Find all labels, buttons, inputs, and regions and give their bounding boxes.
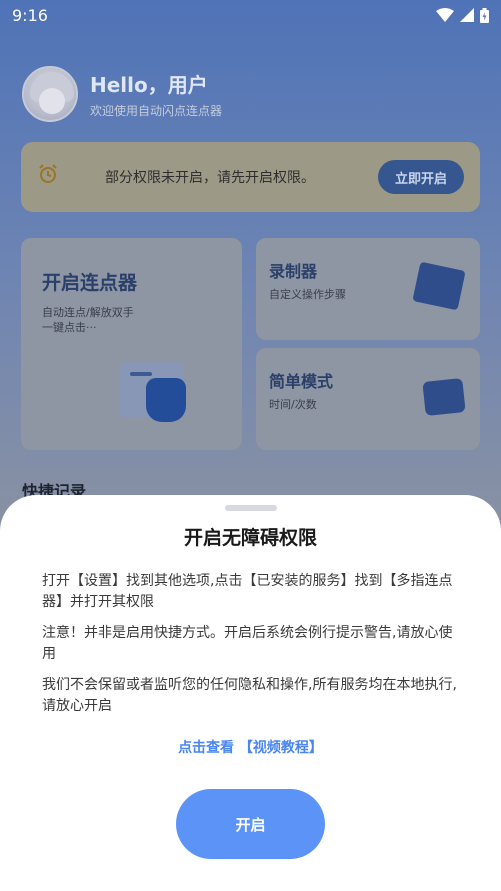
clicker-card[interactable]: 开启连点器 自动连点/解放双手 一键点击··· — [21, 238, 242, 450]
info-icon — [422, 378, 466, 416]
dialog-privacy-text: 我们不会保留或者监听您的任何隐私和操作,所有服务均在本地执行,请放心开启 — [42, 677, 457, 714]
simple-mode-card-desc: 时间/次数 — [269, 398, 317, 411]
enable-now-button[interactable]: 立即开启 — [378, 160, 464, 194]
recorder-card-title: 录制器 — [269, 262, 318, 281]
pointing-hand-icon — [146, 378, 186, 422]
permission-banner: 部分权限未开启，请先开启权限。 立即开启 — [21, 142, 480, 212]
greeting-subtitle: 欢迎使用自动闪点连点器 — [90, 104, 223, 118]
status-icons — [436, 7, 489, 23]
clicker-card-desc-1: 自动连点/解放双手 — [42, 306, 134, 319]
simple-mode-card-title: 简单模式 — [269, 372, 334, 391]
wifi-icon — [436, 8, 454, 22]
dialog-warning-text: 注意！并非是启用快捷方式。开启后系统会例行提示警告,请放心使用 — [42, 625, 453, 662]
recorder-card-desc: 自定义操作步骤 — [269, 288, 346, 301]
dialog-instruction-text: 打开【设置】找到其他选项,点击【已安装的服务】找到【多指连点器】并打开其权限 — [42, 573, 453, 610]
dialog-title: 开启无障碍权限 — [183, 527, 317, 549]
status-bar: 9:16 — [0, 0, 501, 30]
signal-icon — [460, 8, 474, 22]
battery-icon — [480, 7, 489, 23]
greeting-title: Hello，用户 — [90, 73, 208, 97]
status-time: 9:16 — [12, 5, 48, 25]
accessibility-permission-sheet: 开启无障碍权限 打开【设置】找到其他选项,点击【已安装的服务】找到【多指连点器】… — [0, 495, 501, 891]
permission-message: 部分权限未开启，请先开启权限。 — [105, 170, 315, 186]
profile-header: Hello，用户 欢迎使用自动闪点连点器 — [22, 66, 222, 122]
clicker-card-title: 开启连点器 — [42, 272, 138, 294]
avatar[interactable] — [22, 66, 78, 122]
sheet-drag-handle[interactable] — [225, 505, 277, 511]
enable-button[interactable]: 开启 — [176, 789, 325, 859]
video-tutorial-link[interactable]: 点击查看 【视频教程】 — [0, 737, 501, 757]
alarm-bell-icon — [37, 163, 77, 191]
clicker-card-desc-2: 一键点击··· — [42, 321, 97, 334]
